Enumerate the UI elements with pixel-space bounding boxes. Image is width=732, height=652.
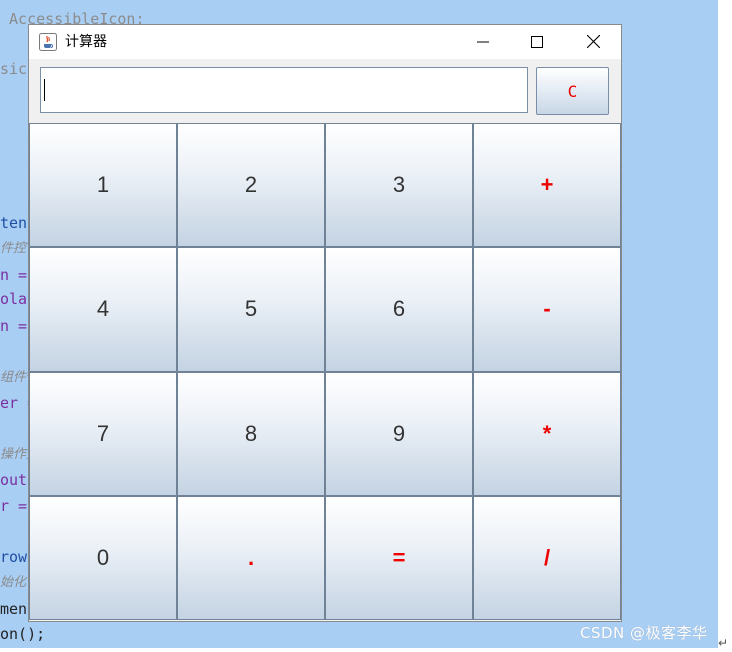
keypad: 1 2 3 +4 5 6- 7 8 9 * 0. = /	[29, 123, 621, 620]
close-icon	[586, 33, 600, 52]
maximize-icon	[531, 33, 543, 52]
java-cup-icon	[39, 33, 57, 51]
key-8[interactable]: 8	[177, 371, 325, 496]
watermark: CSDN @极客李华	[580, 624, 708, 642]
key-dot[interactable]: .	[177, 495, 325, 620]
minimize-icon	[477, 33, 489, 52]
key-0[interactable]: 0	[29, 495, 177, 620]
display-field[interactable]	[40, 67, 528, 113]
clear-button[interactable]: C	[536, 67, 609, 115]
code-line: on();	[0, 625, 46, 643]
code-line: out	[0, 471, 28, 489]
code-line: r =	[0, 497, 28, 515]
key-1[interactable]: 1	[29, 123, 177, 248]
key-6[interactable]: 6	[325, 247, 473, 372]
key-plus[interactable]: +	[473, 123, 621, 248]
key-2[interactable]: 2	[177, 123, 325, 248]
code-line: n =	[0, 317, 28, 335]
maximize-button[interactable]	[509, 25, 565, 59]
key-minus[interactable]: -	[473, 247, 621, 372]
calculator-window: 计算器 C 1 2 3 +4 5 6- 7 8 9 * 0. = /	[28, 24, 622, 622]
key-multiply[interactable]: *	[473, 371, 621, 496]
key-7[interactable]: 7	[29, 371, 177, 496]
code-line: n =	[0, 266, 28, 284]
key-equals[interactable]: =	[325, 495, 473, 620]
key-4[interactable]: 4	[29, 247, 177, 372]
display-row: C	[29, 59, 621, 123]
key-3[interactable]: 3	[325, 123, 473, 248]
return-mark: ↵	[718, 636, 729, 650]
window-title: 计算器	[65, 34, 107, 50]
key-9[interactable]: 9	[325, 371, 473, 496]
title-bar: 计算器	[29, 25, 621, 59]
text-caret	[44, 79, 45, 101]
key-divide[interactable]: /	[473, 495, 621, 620]
close-button[interactable]	[565, 25, 621, 59]
key-5[interactable]: 5	[177, 247, 325, 372]
code-line: 始化	[0, 575, 27, 590]
minimize-button[interactable]	[455, 25, 511, 59]
